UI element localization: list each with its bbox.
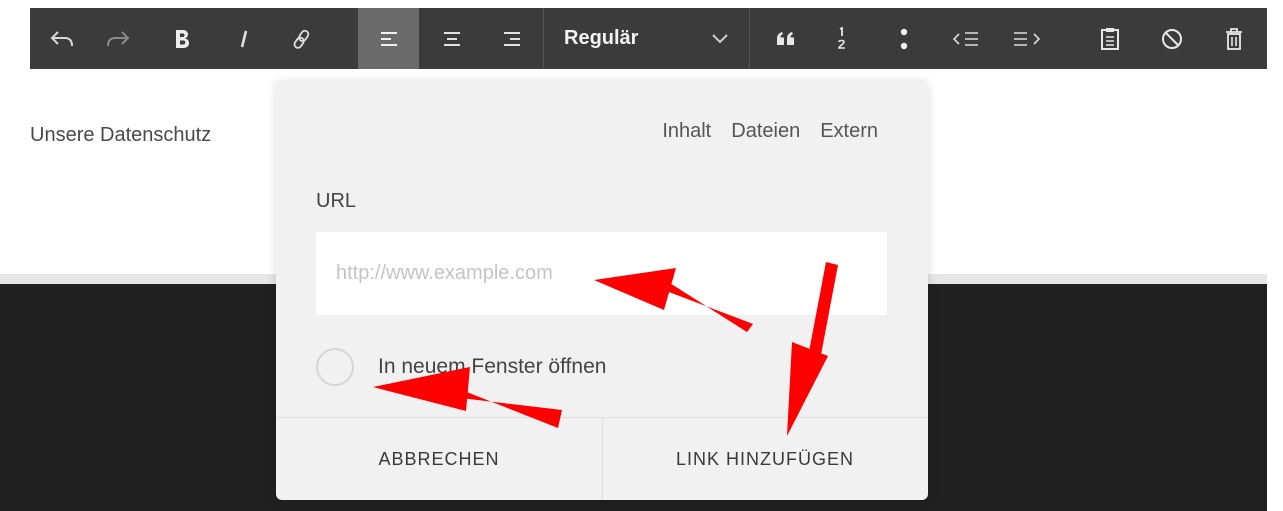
tab-content[interactable]: Inhalt: [662, 120, 711, 143]
bullet-list-icon: [900, 28, 908, 49]
chevron-down-icon: [712, 34, 728, 44]
trash-icon: [1226, 27, 1242, 50]
link-button[interactable]: [280, 8, 324, 69]
new-window-toggle[interactable]: [316, 348, 354, 386]
italic-icon: [240, 30, 248, 47]
new-window-label[interactable]: In neuem Fenster öffnen: [378, 355, 606, 379]
outdent-icon: [952, 31, 978, 46]
paragraph-style-value: Regulär: [564, 27, 639, 49]
paste-icon: [1101, 27, 1119, 50]
clear-format-icon: [1162, 28, 1182, 49]
link-icon: [293, 29, 310, 49]
clear-format-button[interactable]: [1150, 8, 1194, 69]
align-right-icon: [504, 31, 520, 46]
quote-icon: [777, 31, 794, 45]
add-link-button[interactable]: LINK HINZUFÜGEN: [602, 418, 928, 500]
undo-button[interactable]: [40, 8, 84, 69]
outdent-button[interactable]: [942, 8, 992, 69]
numbered-list-icon: [838, 26, 845, 49]
link-type-tabs: Inhalt Dateien Extern: [662, 120, 878, 143]
url-input[interactable]: [316, 232, 887, 315]
cancel-button[interactable]: ABBRECHEN: [276, 418, 602, 500]
tab-external[interactable]: Extern: [820, 120, 878, 143]
numbered-list-button[interactable]: [820, 8, 864, 69]
italic-button[interactable]: [222, 8, 266, 69]
link-dialog: Inhalt Dateien Extern URL In neuem Fenst…: [276, 80, 928, 500]
align-center-icon: [444, 31, 460, 46]
bold-icon: [176, 29, 189, 48]
align-right-button[interactable]: [490, 8, 534, 69]
redo-icon: [107, 30, 130, 46]
indent-button[interactable]: [1002, 8, 1052, 69]
editor-toolbar: Regulär: [30, 8, 1267, 69]
quote-button[interactable]: [764, 8, 808, 69]
delete-button[interactable]: [1212, 8, 1256, 69]
align-left-icon: [380, 31, 397, 46]
align-left-button[interactable]: [358, 8, 419, 69]
bold-button[interactable]: [160, 8, 204, 69]
paragraph-style-select[interactable]: Regulär: [544, 8, 749, 69]
tab-files[interactable]: Dateien: [731, 120, 800, 143]
align-center-button[interactable]: [430, 8, 474, 69]
page-edge: [1267, 0, 1283, 511]
indent-icon: [1014, 31, 1041, 46]
redo-button[interactable]: [96, 8, 140, 69]
undo-icon: [50, 30, 73, 46]
toolbar-separator: [749, 8, 750, 69]
paste-button[interactable]: [1088, 8, 1132, 69]
bullet-list-button[interactable]: [882, 8, 926, 69]
page-paragraph: Unsere Datenschutz: [30, 124, 212, 146]
url-label: URL: [316, 190, 357, 212]
